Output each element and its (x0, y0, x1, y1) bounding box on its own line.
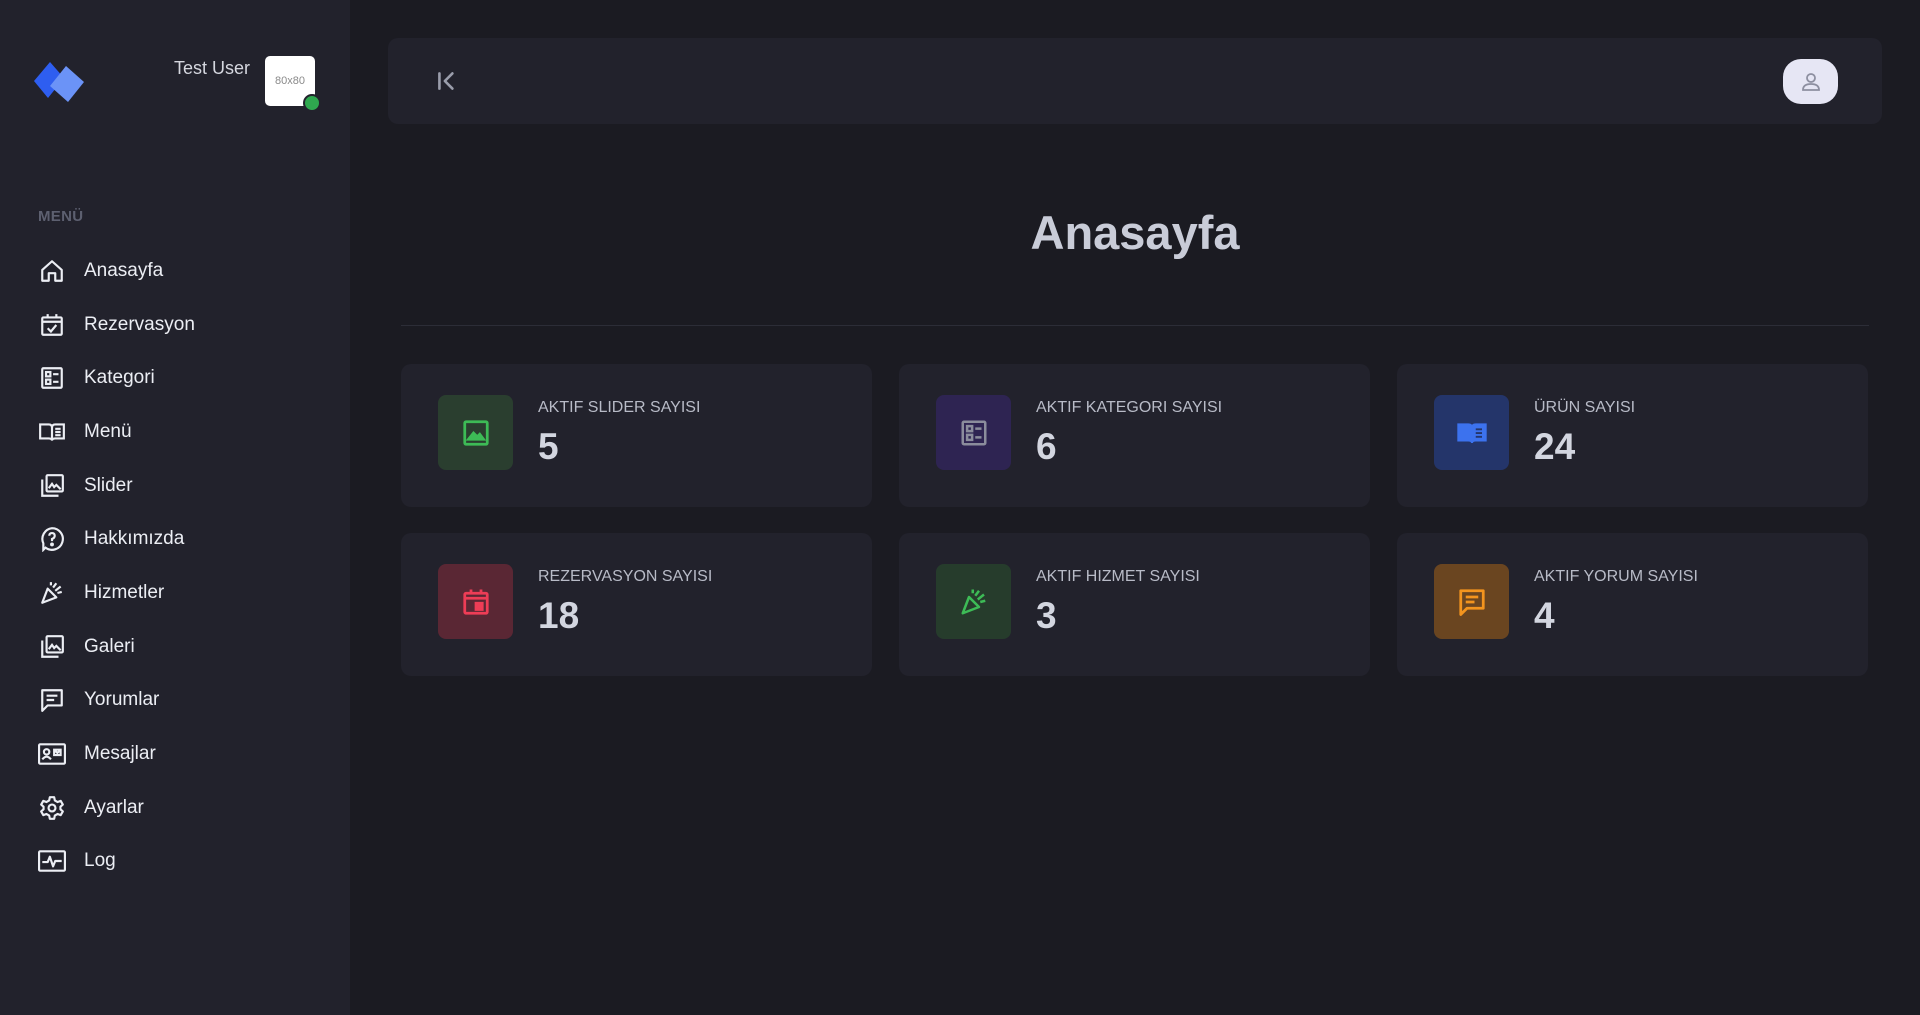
top-bar (388, 38, 1882, 124)
sidebar-item-mesajlar[interactable]: Mesajlar (0, 727, 350, 781)
question-bubble-icon (38, 525, 66, 553)
user-icon (1801, 72, 1820, 91)
stat-card-aktif-yorum: AKTIF YORUM SAYISI 4 (1397, 533, 1868, 676)
user-name: Test User (174, 58, 251, 78)
app-logo[interactable] (34, 58, 88, 104)
page-title: Anasayfa (1030, 206, 1240, 259)
divider (401, 325, 1869, 326)
stat-label: AKTIF KATEGORI SAYISI (1036, 399, 1223, 416)
open-book-icon (38, 418, 66, 446)
menu-caption: MENÜ (38, 208, 84, 225)
stat-value: 6 (1036, 426, 1057, 467)
sidebar-item-label: Hakkımızda (84, 528, 185, 550)
sidebar-item-label: Menü (84, 420, 132, 442)
sidebar-item-label: Galeri (84, 635, 135, 657)
sidebar-item-label: Hizmetler (84, 581, 165, 603)
sidebar-item-hakkimizda[interactable]: Hakkımızda (0, 512, 350, 566)
sidebar-item-label: Kategori (84, 367, 155, 389)
calendar-check-icon (38, 311, 66, 339)
stat-value: 3 (1036, 595, 1057, 636)
stat-label: AKTIF YORUM SAYISI (1534, 568, 1698, 585)
comment-icon (1434, 564, 1509, 639)
open-book-icon (1434, 395, 1509, 470)
activity-log-icon (38, 847, 66, 875)
calendar-event-icon (438, 564, 513, 639)
image-gallery-icon (38, 633, 66, 661)
image-gallery-icon (38, 472, 66, 500)
stat-label: AKTIF SLIDER SAYISI (538, 399, 701, 416)
sidebar: Test User 80x80 MENÜ Anasayfa Rezervasyo… (0, 0, 350, 1015)
sidebar-item-log[interactable]: Log (0, 835, 350, 889)
sidebar-item-hizmetler[interactable]: Hizmetler (0, 566, 350, 620)
stat-card-aktif-slider: AKTIF SLIDER SAYISI 5 (401, 364, 872, 507)
sidebar-item-label: Slider (84, 474, 133, 496)
stat-value: 18 (538, 595, 580, 636)
stat-card-urun: ÜRÜN SAYISI 24 (1397, 364, 1868, 507)
party-popper-icon (38, 579, 66, 607)
sidebar-item-kategori[interactable]: Kategori (0, 351, 350, 405)
stat-card-aktif-kategori: AKTIF KATEGORI SAYISI 6 (899, 364, 1370, 507)
stat-value: 5 (538, 426, 559, 467)
stat-label: REZERVASYON SAYISI (538, 568, 713, 585)
sidebar-item-galeri[interactable]: Galeri (0, 620, 350, 674)
sidebar-item-label: Rezervasyon (84, 313, 195, 335)
stat-value: 4 (1534, 595, 1555, 636)
comment-icon (38, 686, 66, 714)
sidebar-item-ayarlar[interactable]: Ayarlar (0, 781, 350, 835)
sidebar-item-yorumlar[interactable]: Yorumlar (0, 674, 350, 728)
home-icon (38, 257, 66, 285)
online-status-dot (303, 94, 321, 112)
sidebar-item-label: Log (84, 850, 116, 872)
sidebar-item-label: Mesajlar (84, 743, 156, 765)
contact-card-icon (38, 740, 66, 768)
stat-card-rezervasyon: REZERVASYON SAYISI 18 (401, 533, 872, 676)
party-popper-icon (936, 564, 1011, 639)
profile-button[interactable] (1783, 59, 1838, 104)
user-avatar[interactable]: 80x80 (265, 56, 321, 112)
stat-label: ÜRÜN SAYISI (1534, 399, 1636, 416)
sidebar-item-menu[interactable]: Menü (0, 405, 350, 459)
avatar-placeholder-text: 80x80 (275, 75, 305, 87)
sidebar-item-label: Ayarlar (84, 796, 144, 818)
sidebar-item-label: Anasayfa (84, 259, 164, 281)
sidebar-item-rezervasyon[interactable]: Rezervasyon (0, 298, 350, 352)
sidebar-item-slider[interactable]: Slider (0, 459, 350, 513)
stat-label: AKTIF HIZMET SAYISI (1036, 568, 1200, 585)
image-icon (438, 395, 513, 470)
stat-card-aktif-hizmet: AKTIF HIZMET SAYISI 3 (899, 533, 1370, 676)
category-list-icon (38, 364, 66, 392)
stat-value: 24 (1534, 426, 1576, 467)
gear-icon (38, 794, 66, 822)
sidebar-item-anasayfa[interactable]: Anasayfa (0, 244, 350, 298)
category-list-icon (936, 395, 1011, 470)
sidebar-nav: Anasayfa Rezervasyon Kategori Menü Slide… (0, 244, 350, 888)
sidebar-item-label: Yorumlar (84, 689, 160, 711)
collapse-sidebar-icon[interactable] (434, 68, 460, 94)
